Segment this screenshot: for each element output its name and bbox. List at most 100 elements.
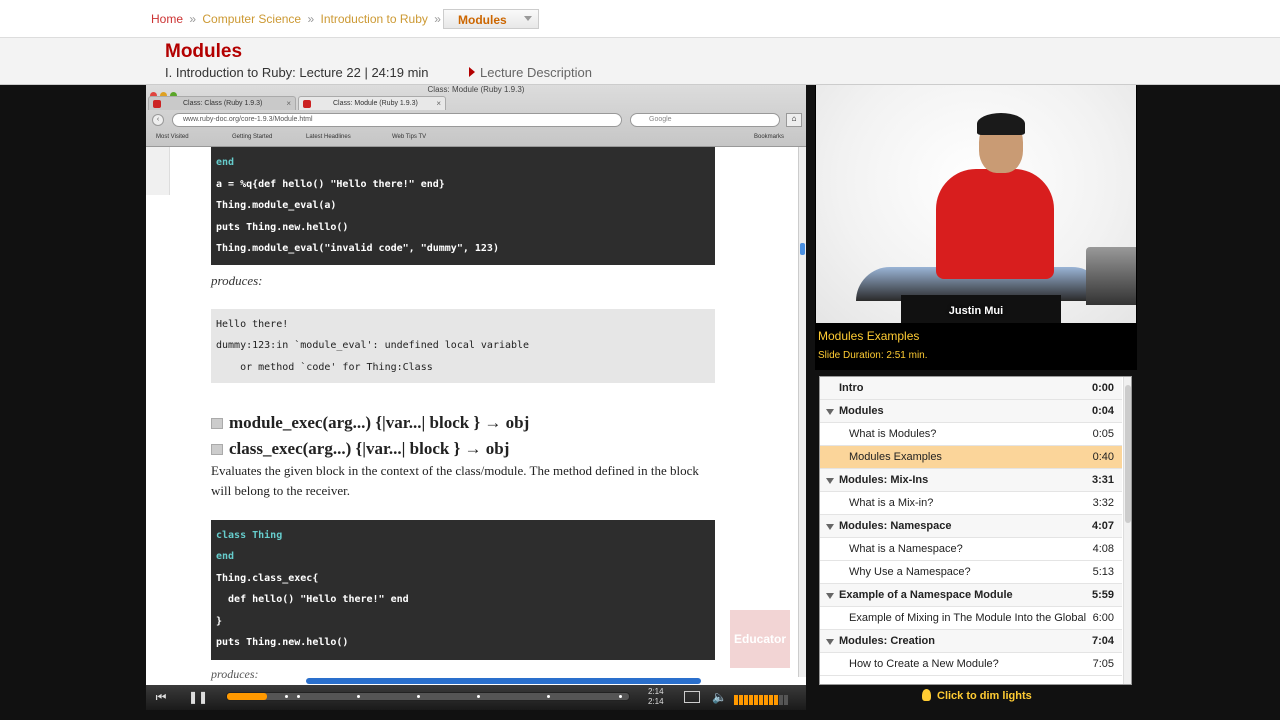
table-of-contents: Intro 0:00 Modules 0:04 What is Modules? 0:05…	[819, 376, 1132, 685]
bookmarks-bar: Most Visited Getting Started Latest Head…	[146, 131, 806, 145]
chapter-marker	[547, 695, 550, 698]
tab-close-icon: ×	[436, 99, 441, 108]
lecture-header: Modules I. Introduction to Ruby: Lecture…	[0, 38, 1280, 85]
toc-item[interactable]: What is a Mix-in? 3:32	[820, 492, 1122, 515]
toc-item[interactable]: Modules 0:04	[820, 400, 1122, 423]
chevron-down-icon	[826, 639, 834, 645]
output-block: Hello there! dummy:123:in `module_eval':…	[211, 309, 715, 383]
chevron-down-icon	[826, 478, 834, 484]
toc-item[interactable]: Modules: Namespace 4:07	[820, 515, 1122, 538]
toc-item-label: Modules: Namespace	[839, 520, 952, 532]
toc-item-label: Example of a Namespace Module	[839, 589, 1013, 601]
toc-item-label: How to Create a New Module?	[849, 658, 999, 670]
chevron-down-icon	[826, 593, 834, 599]
toc-item[interactable]: Modules: Mix-Ins 3:31	[820, 469, 1122, 492]
toc-item[interactable]: What is Modules? 0:05	[820, 423, 1122, 446]
toc-item-time: 0:00	[1091, 382, 1114, 394]
breadcrumb-separator: »	[189, 12, 197, 26]
toc-item-time: 7:04	[1091, 635, 1114, 647]
educator-watermark: Educator	[730, 610, 790, 668]
volume-level-bar	[739, 695, 743, 705]
chevron-down-icon	[524, 16, 532, 21]
toc-item[interactable]: Modules: Creation 7:04	[820, 630, 1122, 653]
toc-item-time: 7:05	[1092, 658, 1114, 670]
code-line: puts Thing.new.hello()	[216, 637, 349, 648]
produces-label: produces:	[211, 667, 259, 681]
toc-item-time: 4:07	[1091, 520, 1114, 532]
lecture-dropdown-label: Modules	[458, 13, 507, 27]
seek-progress	[227, 693, 268, 700]
lecture-subtitle: I. Introduction to Ruby: Lecture 22 | 24…	[165, 65, 429, 80]
dim-lights-button[interactable]: Click to dim lights	[922, 689, 1032, 702]
slide-duration: Slide Duration: 2:51 min.	[818, 350, 928, 361]
toc-item-label: What is a Namespace?	[849, 543, 963, 555]
lecture-description-link[interactable]: Lecture Description	[469, 65, 592, 80]
volume-slider[interactable]	[734, 692, 789, 710]
volume-level-bar	[749, 695, 753, 705]
code-block: class Thing end Thing.class_exec{ def he…	[211, 520, 715, 660]
toc-item[interactable]: Why Use a Namespace? 5:13	[820, 561, 1122, 584]
volume-level-bar	[784, 695, 788, 705]
toc-scrollbar[interactable]	[1123, 377, 1131, 684]
volume-level-bar	[744, 695, 748, 705]
browser-search: Google	[630, 113, 780, 127]
produces-label: produces:	[211, 273, 263, 288]
pause-icon[interactable]: ❚❚	[188, 690, 208, 704]
time-current: 2:14	[648, 687, 664, 696]
url-text: www.ruby-doc.org/core-1.9.3/Module.html	[183, 116, 313, 123]
fullscreen-icon[interactable]	[684, 691, 700, 703]
output-line: or method `code' for Thing:Class	[216, 362, 433, 373]
volume-level-bar	[734, 695, 738, 705]
time-display: 2:14 2:14	[648, 687, 664, 707]
breadcrumb-computer-science[interactable]: Computer Science	[202, 12, 301, 26]
lightbulb-icon	[922, 689, 931, 701]
tab-close-icon: ×	[286, 99, 291, 108]
toc-item[interactable]: Example of a Namespace Module 5:59	[820, 584, 1122, 607]
method-icon	[211, 444, 223, 455]
toc-item[interactable]: Intro 0:00	[820, 377, 1122, 400]
volume-level-bar	[754, 695, 758, 705]
player-controls: ⏮ ❚❚ 2:14 2:14 🔈	[146, 678, 806, 710]
presenter-hair-shape	[977, 113, 1025, 135]
toc-item[interactable]: Modules Examples 0:40	[820, 446, 1122, 469]
volume-icon[interactable]: 🔈	[712, 690, 727, 704]
window-title: Class: Module (Ruby 1.9.3)	[427, 85, 525, 94]
breadcrumb-separator: »	[307, 12, 315, 26]
toc-item-label: Modules Examples	[849, 451, 942, 463]
toc-item[interactable]: Example of Mixing in The Module Into the…	[820, 607, 1122, 630]
lecture-dropdown[interactable]: Modules	[443, 9, 539, 29]
method-name: class_exec(arg...) {|var...| block } → o…	[229, 439, 510, 458]
home-icon: ⌂	[786, 113, 802, 127]
seek-bar[interactable]	[226, 692, 630, 701]
breadcrumb-home[interactable]: Home	[151, 12, 183, 26]
toc-item-label: What is a Mix-in?	[849, 497, 934, 509]
play-triangle-icon	[469, 67, 475, 77]
toc-item[interactable]: How to Create a New Module? 7:05	[820, 653, 1122, 676]
code-line: a = %q{def hello() "Hello there!" end}	[216, 179, 445, 190]
volume-level-bar	[764, 695, 768, 705]
toc-item-label: Why Use a Namespace?	[849, 566, 971, 578]
toc-item-time: 0:05	[1092, 428, 1114, 440]
presenter-name: Justin Mui	[948, 305, 1004, 317]
volume-level-bar	[774, 695, 778, 705]
browser-chrome: Class: Module (Ruby 1.9.3) Class: Class …	[146, 85, 806, 147]
bookmark-item: Web Tips TV	[392, 134, 427, 140]
code-block: end a = %q{def hello() "Hello there!" en…	[211, 147, 715, 265]
browser-tab-label: Class: Module (Ruby 1.9.3)	[333, 100, 418, 107]
chapter-marker	[619, 695, 622, 698]
previous-icon[interactable]: ⏮	[154, 690, 168, 704]
chevron-down-icon	[826, 409, 834, 415]
ruby-favicon-icon	[303, 100, 311, 108]
chapter-marker	[357, 695, 360, 698]
code-line: def hello() "Hello there!" end	[216, 594, 409, 605]
chevron-down-icon	[826, 524, 834, 530]
volume-level-bar	[779, 695, 783, 705]
toc-item-label: Modules: Creation	[839, 635, 935, 647]
code-line: class Thing	[216, 530, 283, 541]
toc-item[interactable]: What is a Namespace? 4:08	[820, 538, 1122, 561]
breadcrumb-intro-ruby[interactable]: Introduction to Ruby	[320, 12, 427, 26]
code-line: Thing.module_eval("invalid code", "dummy…	[216, 243, 499, 254]
presenter-body-shape	[936, 169, 1054, 279]
ruby-favicon-icon	[153, 100, 161, 108]
video-player[interactable]: Class: Module (Ruby 1.9.3) Class: Class …	[146, 85, 806, 710]
